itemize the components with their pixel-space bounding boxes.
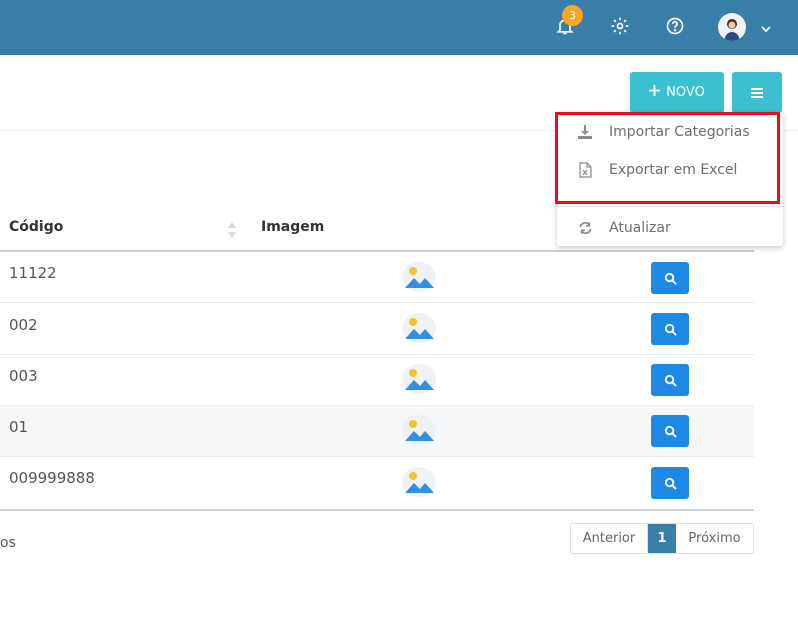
help-icon[interactable] — [663, 14, 687, 38]
image-placeholder-icon — [401, 414, 437, 446]
image-placeholder-icon — [401, 312, 437, 344]
search-icon — [664, 272, 677, 285]
search-icon — [664, 477, 677, 490]
pagination-next[interactable]: Próximo — [676, 524, 753, 553]
column-header-imagem: Imagem — [261, 219, 325, 235]
table-row: 009999888 — [0, 457, 754, 508]
view-button[interactable] — [651, 364, 689, 396]
pagination: Anterior 1 Próximo — [570, 523, 754, 554]
cell-codigo: 002 — [9, 316, 38, 334]
table-row: 01 — [0, 406, 754, 457]
gear-icon[interactable] — [608, 14, 632, 38]
table-row: 003 — [0, 355, 754, 406]
table-row: 002 — [0, 304, 754, 355]
new-button[interactable]: NOVO — [630, 72, 724, 113]
cell-codigo: 009999888 — [9, 469, 95, 487]
column-header-codigo[interactable]: Código — [9, 219, 63, 235]
view-button[interactable] — [651, 467, 689, 499]
sort-icon[interactable] — [227, 221, 237, 243]
menu-item-label: Atualizar — [609, 220, 671, 236]
pagination-prev[interactable]: Anterior — [571, 524, 648, 553]
cell-codigo: 11122 — [9, 264, 57, 282]
image-placeholder-icon — [401, 363, 437, 395]
search-icon — [664, 374, 677, 387]
search-icon — [664, 323, 677, 336]
cell-codigo: 01 — [9, 418, 29, 436]
chevron-down-icon[interactable] — [760, 20, 772, 39]
cell-codigo: 003 — [9, 367, 38, 385]
image-placeholder-icon — [401, 466, 437, 498]
refresh-icon — [577, 221, 593, 235]
pagination-page-1[interactable]: 1 — [648, 524, 676, 553]
actions-menu-button[interactable] — [732, 72, 782, 113]
table-footer-divider — [0, 509, 754, 511]
image-placeholder-icon — [401, 261, 437, 293]
hamburger-icon — [751, 83, 763, 102]
table-info-text: os — [0, 535, 16, 551]
avatar[interactable] — [718, 13, 746, 41]
notification-badge: 3 — [562, 5, 583, 26]
view-button[interactable] — [651, 262, 689, 294]
view-button[interactable] — [651, 313, 689, 345]
highlight-box — [555, 112, 780, 204]
table-row: 11122 — [0, 252, 754, 303]
plus-icon — [649, 85, 661, 100]
view-button[interactable] — [651, 415, 689, 447]
search-icon — [664, 425, 677, 438]
top-navbar: 3 — [0, 0, 798, 55]
menu-divider — [557, 206, 783, 207]
menu-item-refresh[interactable]: Atualizar — [557, 211, 783, 245]
new-button-label: NOVO — [666, 85, 705, 100]
